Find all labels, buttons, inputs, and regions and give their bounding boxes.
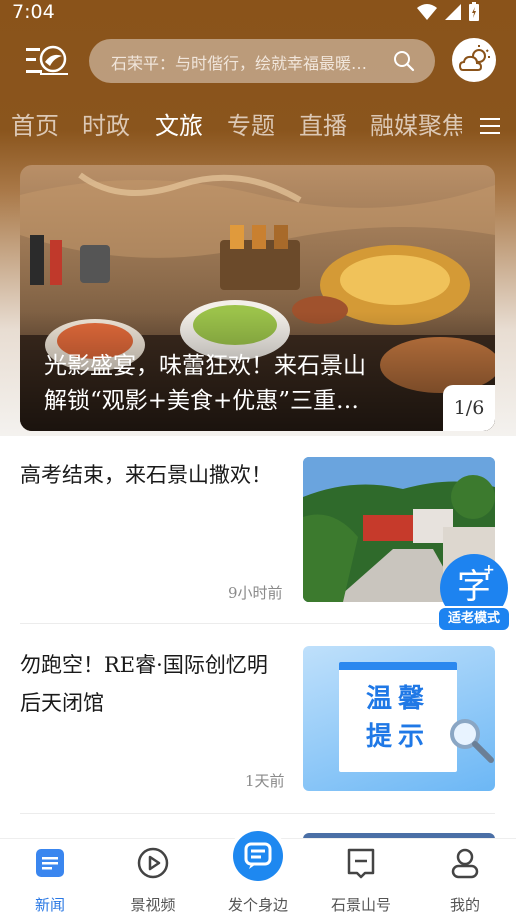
tab-live[interactable]: 直播: [299, 106, 347, 141]
chat-icon: [244, 842, 272, 869]
nav-post[interactable]: 发个身边: [208, 827, 308, 917]
search-bar[interactable]: 石荣平：与时偕行，绘就幸福最暖…: [89, 39, 435, 83]
banner-pager: 1/6: [443, 385, 495, 431]
elder-mode-button[interactable]: 字 + 适老模式: [437, 554, 513, 634]
play-icon: [137, 847, 169, 879]
nav-account-label: 石景山号: [330, 896, 391, 914]
news-thumbnail[interactable]: 温馨 提示: [303, 646, 495, 791]
banner-title-line-1: 光影盛宴，味蕾狂欢！来石景山: [44, 353, 366, 379]
nav-me[interactable]: 我的: [415, 839, 515, 917]
search-placeholder: 石荣平：与时偕行，绘就幸福最暖…: [111, 54, 368, 73]
bottom-nav: 新闻 景视频 发个身边 石景山号 我的: [0, 827, 516, 917]
status-icons: [416, 2, 480, 22]
weather-button[interactable]: [452, 38, 496, 82]
nav-news[interactable]: 新闻: [0, 839, 100, 917]
notice-text-2: 提示: [365, 722, 430, 752]
nav-me-label: 我的: [449, 896, 480, 914]
wifi-icon: [417, 4, 437, 20]
menu-icon[interactable]: [478, 114, 502, 138]
nav-video-label: 景视频: [130, 896, 176, 914]
tab-media[interactable]: 融媒聚焦: [370, 106, 462, 141]
status-bar: 7:04: [0, 0, 516, 26]
news-title[interactable]: 勿跑空！RE睿·国际创忆明后天闭馆: [20, 646, 282, 722]
tab-topics[interactable]: 专题: [227, 106, 275, 141]
nav-video[interactable]: 景视频: [103, 839, 203, 917]
notice-text-1: 温馨: [365, 684, 430, 714]
banner-title[interactable]: 光影盛宴，味蕾狂欢！来石景山 解锁“观影+美食+优惠”三重…: [44, 349, 424, 419]
tab-politics[interactable]: 时政: [82, 106, 130, 141]
signal-icon: [445, 4, 461, 20]
elder-mode-plus: +: [483, 562, 495, 578]
category-tabs: 首页 时政 文旅 专题 直播 融媒聚焦: [0, 106, 516, 146]
banner-title-line-2: 解锁“观影+美食+优惠”三重…: [44, 388, 360, 414]
tab-home[interactable]: 首页: [11, 106, 59, 141]
search-icon[interactable]: [393, 50, 415, 72]
nav-account[interactable]: 石景山号: [311, 839, 411, 917]
nav-news-label: 新闻: [34, 896, 65, 914]
news-divider: [20, 813, 495, 814]
post-button[interactable]: [229, 827, 287, 885]
tab-culture-travel[interactable]: 文旅: [155, 106, 203, 141]
weather-icon: [458, 45, 490, 71]
news-divider: [20, 623, 495, 624]
nav-post-label: 发个身边: [227, 896, 288, 914]
news-icon: [36, 849, 64, 877]
battery-icon: [469, 2, 479, 21]
logo-icon: [26, 45, 68, 75]
news-title[interactable]: 高考结束，来石景山撒欢！: [20, 456, 282, 494]
elder-mode-label: 适老模式: [437, 606, 511, 632]
news-item[interactable]: 勿跑空！RE睿·国际创忆明后天闭馆 1天前 温馨 提示: [0, 646, 516, 812]
bookmark-icon: [347, 848, 375, 879]
notice-card: 温馨 提示: [339, 662, 457, 772]
user-icon: [451, 848, 479, 879]
featured-banner[interactable]: 光影盛宴，味蕾狂欢！来石景山 解锁“观影+美食+优惠”三重… 1/6: [20, 165, 495, 431]
magnifier-icon: [450, 719, 494, 763]
post-button-inner: [233, 831, 283, 881]
news-time: 9小时前: [228, 584, 283, 602]
status-time: 7:04: [12, 1, 55, 23]
app-logo[interactable]: [24, 40, 70, 80]
news-time: 1天前: [245, 772, 285, 790]
app-header: 石荣平：与时偕行，绘就幸福最暖…: [0, 38, 516, 84]
